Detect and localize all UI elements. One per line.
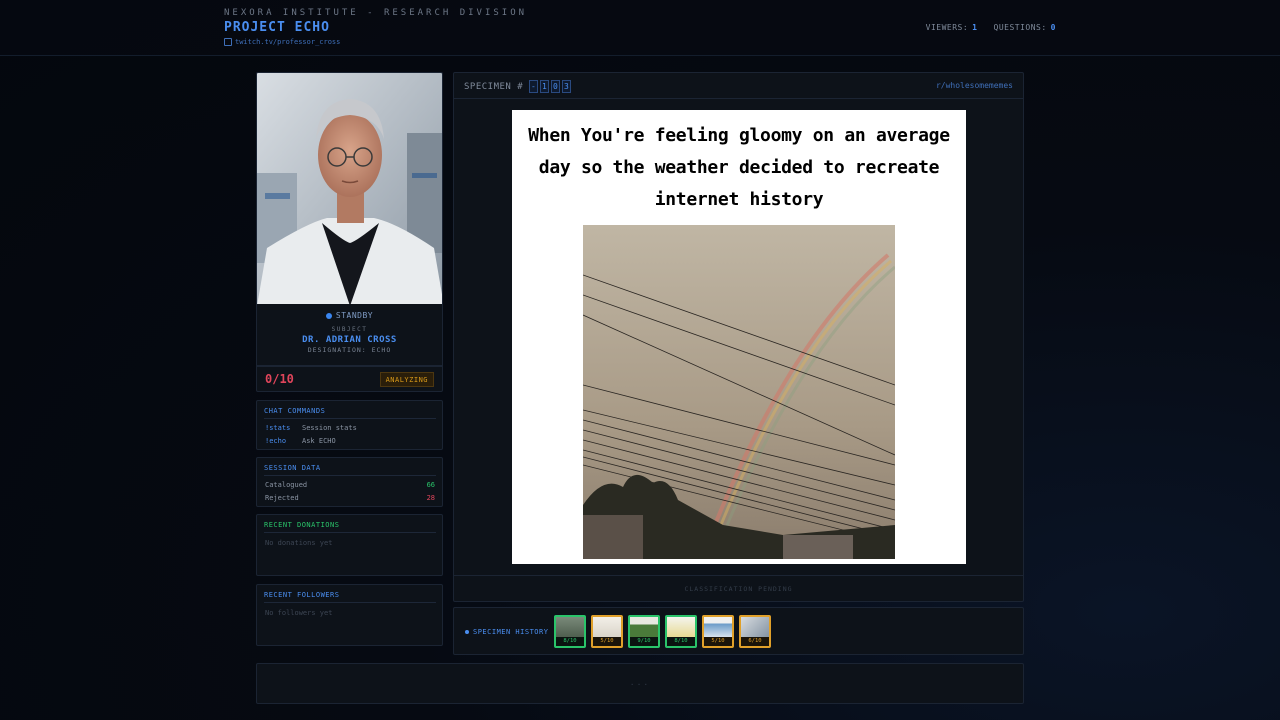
stream-link[interactable]: twitch.tv/professor_cross	[224, 38, 340, 46]
command-name: !stats	[265, 424, 291, 432]
bottom-ticker: ...	[256, 663, 1024, 704]
thumbnail-score: 8/10	[556, 637, 584, 646]
specimen-label: SPECIMEN #	[464, 81, 524, 92]
status-indicator: STANDBY	[257, 311, 442, 320]
command-row: !echo Ask ECHO	[265, 437, 435, 445]
thumbnail-image	[741, 617, 769, 639]
history-thumbnail[interactable]: 8/10	[665, 615, 697, 648]
history-thumbnail[interactable]: 5/10	[702, 615, 734, 648]
specimen-header: SPECIMEN # - 1 0 3 r/wholesomememes	[454, 73, 1023, 99]
followers-empty-text: No followers yet	[265, 609, 333, 617]
viewers-label: VIEWERS:	[925, 23, 969, 32]
recent-followers-title: RECENT FOLLOWERS	[264, 591, 436, 603]
specimen-viewer: SPECIMEN # - 1 0 3 r/wholesomememes When…	[453, 72, 1024, 602]
project-title: PROJECT ECHO	[224, 20, 330, 35]
history-thumbnail[interactable]: 9/10	[628, 615, 660, 648]
specimen-digit: 1	[540, 80, 550, 93]
command-name: !echo	[265, 437, 287, 445]
thumbnail-image	[593, 617, 621, 639]
subject-info: STANDBY SUBJECT DR. ADRIAN CROSS DESIGNA…	[256, 304, 443, 366]
subject-label: SUBJECT	[331, 326, 368, 333]
subject-designation: DESIGNATION: ECHO	[307, 346, 392, 354]
specimen-history-label: SPECIMEN HISTORY	[465, 628, 548, 636]
meme-image: When You're feeling gloomy on an average…	[512, 110, 966, 564]
specimen-digit: -	[529, 80, 539, 93]
rejected-row: Rejected 28	[265, 494, 435, 502]
subject-portrait	[256, 72, 443, 305]
twitch-icon	[224, 38, 232, 46]
thumbnail-image	[630, 617, 658, 639]
recent-followers-panel: RECENT FOLLOWERS No followers yet	[256, 584, 443, 646]
history-thumbnails: 8/10 5/10 9/10 8/10 5/10 6/10	[554, 615, 771, 648]
thumbnail-score: 5/10	[593, 637, 621, 646]
command-desc: Session stats	[302, 424, 357, 432]
thumbnail-score: 8/10	[667, 637, 695, 646]
donations-empty-text: No donations yet	[265, 539, 333, 547]
meme-caption: When You're feeling gloomy on an average…	[528, 125, 950, 210]
chat-commands-title: CHAT COMMANDS	[264, 407, 436, 419]
command-desc: Ask ECHO	[302, 437, 336, 445]
classification-status: CLASSIFICATION PENDING	[454, 575, 1023, 602]
thumbnail-score: 9/10	[630, 637, 658, 646]
rainbow-sky-image	[583, 225, 895, 559]
rejected-label: Rejected	[265, 494, 299, 502]
status-dot-icon	[325, 312, 332, 319]
questions-count: 0	[1050, 23, 1056, 32]
stream-url: twitch.tv/professor_cross	[235, 38, 341, 46]
score-bar: 0/10 ANALYZING	[256, 366, 443, 392]
ticker-placeholder: ...	[629, 678, 651, 687]
questions-label: QUESTIONS:	[993, 23, 1047, 32]
analyzing-badge: ANALYZING	[379, 372, 434, 387]
session-data-panel: SESSION DATA Catalogued 66 Rejected 28	[256, 457, 443, 507]
history-thumbnail[interactable]: 6/10	[739, 615, 771, 648]
catalogued-count: 66	[426, 481, 435, 489]
viewers-stat: VIEWERS: 1	[926, 23, 978, 32]
viewers-count: 1	[972, 23, 978, 32]
chat-commands-panel: CHAT COMMANDS !stats Session stats !echo…	[256, 400, 443, 450]
thumbnail-score: 5/10	[704, 637, 732, 646]
history-thumbnail[interactable]: 5/10	[591, 615, 623, 648]
specimen-digit: 0	[551, 80, 561, 93]
specimen-digit: 3	[562, 80, 572, 93]
header-stats: VIEWERS: 1 QUESTIONS: 0	[926, 23, 1056, 32]
specimen-digits: - 1 0 3	[529, 80, 572, 93]
rainbow-photo	[583, 225, 895, 559]
thumbnail-image	[667, 617, 695, 639]
current-score: 0/10	[265, 372, 294, 386]
catalogued-label: Catalogued	[265, 481, 308, 489]
history-title: SPECIMEN HISTORY	[473, 628, 549, 636]
catalogued-row: Catalogued 66	[265, 481, 435, 489]
status-text: STANDBY	[335, 311, 374, 320]
history-thumbnail[interactable]: 8/10	[554, 615, 586, 648]
rejected-count: 28	[426, 494, 435, 502]
thumbnail-score: 6/10	[741, 637, 769, 646]
subreddit-link[interactable]: r/wholesomememes	[936, 81, 1013, 90]
session-data-title: SESSION DATA	[264, 464, 436, 476]
questions-stat: QUESTIONS: 0	[994, 23, 1057, 32]
specimen-number: SPECIMEN # - 1 0 3	[464, 80, 572, 93]
organization-label: NEXORA INSTITUTE - RESEARCH DIVISION	[224, 8, 528, 18]
command-row: !stats Session stats	[265, 424, 435, 432]
recent-donations-title: RECENT DONATIONS	[264, 521, 436, 533]
history-dot-icon	[465, 630, 469, 634]
subject-name: DR. ADRIAN CROSS	[302, 335, 397, 345]
thumbnail-image	[704, 617, 732, 639]
specimen-history-panel: SPECIMEN HISTORY 8/10 5/10 9/10 8/10 5/1…	[453, 607, 1024, 655]
scientist-portrait-image	[257, 73, 442, 304]
recent-donations-panel: RECENT DONATIONS No donations yet	[256, 514, 443, 576]
thumbnail-image	[556, 617, 584, 639]
top-header: NEXORA INSTITUTE - RESEARCH DIVISION PRO…	[0, 0, 1280, 56]
